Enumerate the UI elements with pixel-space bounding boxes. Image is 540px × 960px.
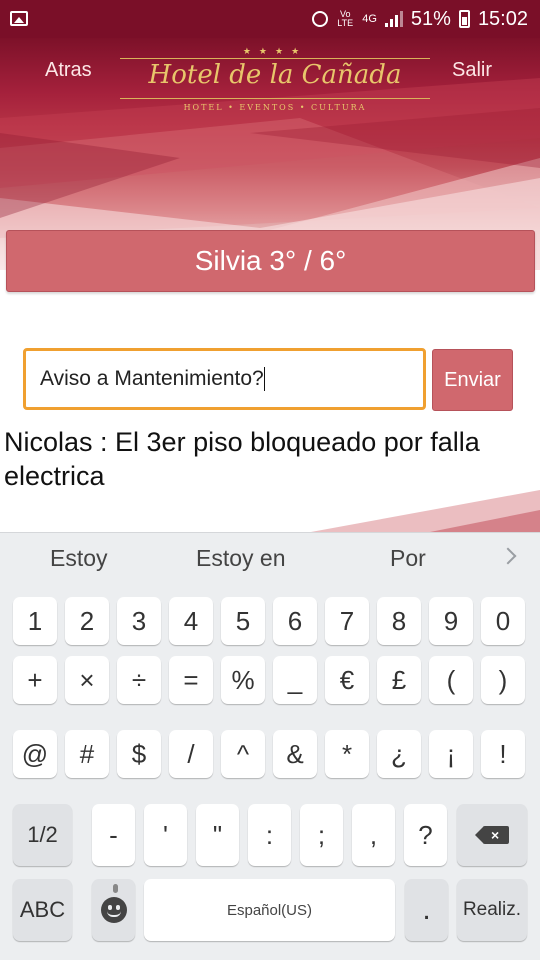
- suggestion-3[interactable]: Por: [390, 545, 426, 572]
- chat-message: Nicolas : El 3er piso bloqueado por fall…: [4, 427, 480, 491]
- logo-title: Hotel de la Cañada: [148, 60, 402, 90]
- message-input-value: Aviso a Mantenimiento?: [40, 367, 264, 390]
- key-row3-6[interactable]: *: [325, 730, 369, 778]
- key-row3-7[interactable]: ¿: [377, 730, 421, 778]
- backspace-key[interactable]: ×: [457, 804, 527, 866]
- emoji-key[interactable]: [92, 879, 135, 941]
- key-row2-7[interactable]: £: [377, 656, 421, 704]
- key-row4-7[interactable]: ?: [404, 804, 447, 866]
- key-row4-4[interactable]: :: [248, 804, 291, 866]
- logo-subtitle: HOTEL • EVENTOS • CULTURA: [183, 103, 367, 112]
- key-row1-0[interactable]: 1: [13, 597, 57, 645]
- key-row4-2[interactable]: ': [144, 804, 187, 866]
- key-row1-5[interactable]: 6: [273, 597, 317, 645]
- key-row1-1[interactable]: 2: [65, 597, 109, 645]
- status-bar: Vo LTE 4G 51% 15:02: [0, 0, 540, 38]
- signal-icon: [384, 11, 403, 27]
- mic-icon: [113, 884, 118, 893]
- key-row2-3[interactable]: =: [169, 656, 213, 704]
- gallery-notification-icon: [10, 11, 28, 26]
- key-row3-2[interactable]: $: [117, 730, 161, 778]
- emoji-icon: [100, 897, 127, 923]
- logo-top-rule: [120, 58, 430, 59]
- volte-indicator: Vo LTE: [337, 9, 354, 28]
- key-row3-4[interactable]: ^: [221, 730, 265, 778]
- logo-bottom-rule: [120, 98, 430, 99]
- clock: 15:02: [477, 7, 528, 30]
- key-row3-3[interactable]: /: [169, 730, 213, 778]
- hotel-logo: ★★★★ Hotel de la Cañada HOTEL • EVENTOS …: [120, 46, 430, 116]
- key-row4-1[interactable]: -: [92, 804, 135, 866]
- key-row3-0[interactable]: @: [13, 730, 57, 778]
- key-row4-0[interactable]: 1/2: [13, 804, 72, 866]
- abc-key[interactable]: ABC: [13, 879, 72, 941]
- alarm-icon: [312, 11, 329, 27]
- key-row1-6[interactable]: 7: [325, 597, 369, 645]
- message-input[interactable]: Aviso a Mantenimiento?: [23, 348, 426, 410]
- key-row2-4[interactable]: %: [221, 656, 265, 704]
- send-button[interactable]: Enviar: [432, 349, 513, 411]
- key-row1-9[interactable]: 0: [481, 597, 525, 645]
- key-row1-2[interactable]: 3: [117, 597, 161, 645]
- key-row2-9[interactable]: ): [481, 656, 525, 704]
- back-link[interactable]: Atras: [45, 59, 92, 82]
- done-key[interactable]: Realiz.: [457, 879, 527, 941]
- key-row3-1[interactable]: #: [65, 730, 109, 778]
- key-row2-2[interactable]: ÷: [117, 656, 161, 704]
- key-row1-7[interactable]: 8: [377, 597, 421, 645]
- key-row3-8[interactable]: ¡: [429, 730, 473, 778]
- battery-percent: 51%: [410, 7, 451, 30]
- key-row2-1[interactable]: ×: [65, 656, 109, 704]
- key-row2-5[interactable]: _: [273, 656, 317, 704]
- footer-decoration: [300, 490, 540, 534]
- on-screen-keyboard: Estoy Estoy en Por 1234567890 + × ÷ =% _ € £()…: [0, 532, 540, 960]
- key-row4-6[interactable]: ,: [352, 804, 395, 866]
- logo-stars: ★★★★: [242, 46, 308, 56]
- key-row2-0[interactable]: +: [13, 656, 57, 704]
- key-row4-3[interactable]: ": [196, 804, 239, 866]
- key-row2-8[interactable]: (: [429, 656, 473, 704]
- space-key[interactable]: Español(US): [144, 879, 395, 941]
- room-button[interactable]: Silvia 3° / 6°: [6, 230, 535, 292]
- key-row4-5[interactable]: ;: [300, 804, 343, 866]
- key-row1-3[interactable]: 4: [169, 597, 213, 645]
- key-row3-5[interactable]: &: [273, 730, 317, 778]
- key-row3-9[interactable]: !: [481, 730, 525, 778]
- text-cursor: [263, 367, 265, 392]
- key-row1-8[interactable]: 9: [429, 597, 473, 645]
- period-key[interactable]: .: [405, 879, 448, 941]
- suggestion-1[interactable]: Estoy: [50, 545, 108, 572]
- suggestion-2[interactable]: Estoy en: [196, 545, 286, 572]
- chevron-right-icon[interactable]: [499, 547, 517, 565]
- key-row2-6[interactable]: €: [325, 656, 369, 704]
- exit-link[interactable]: Salir: [452, 59, 492, 82]
- network-type: 4G: [362, 12, 377, 25]
- battery-icon: [458, 10, 470, 28]
- status-bar-right: Vo LTE 4G 51% 15:02: [312, 0, 528, 38]
- backspace-icon: ×: [475, 826, 509, 844]
- key-row1-4[interactable]: 5: [221, 597, 265, 645]
- suggestion-bar: Estoy Estoy en Por: [0, 533, 540, 585]
